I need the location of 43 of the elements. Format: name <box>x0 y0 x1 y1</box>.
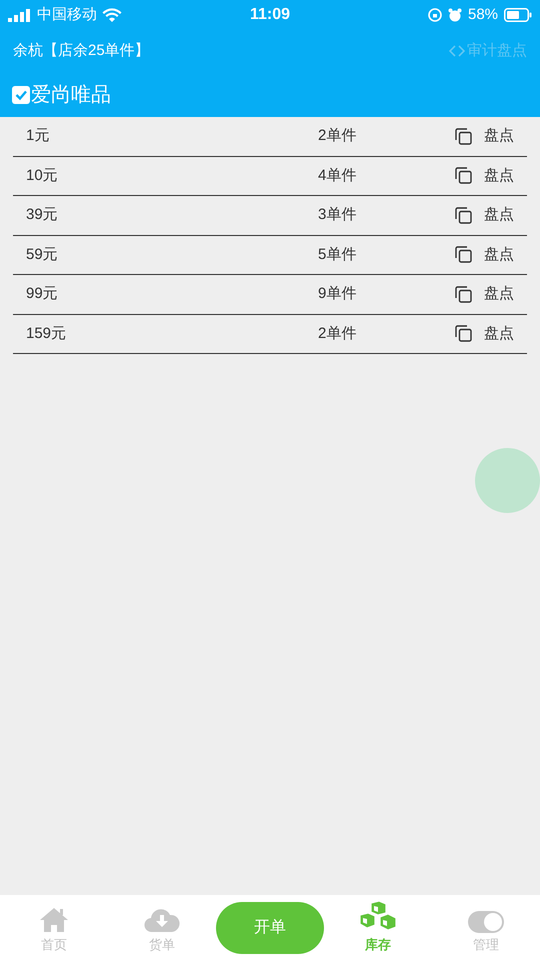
price-label: 1元 <box>26 126 50 146</box>
clock-time: 11:09 <box>250 5 290 25</box>
count-label: 2单件 <box>318 126 358 146</box>
tab-item[interactable]: 首页 <box>0 895 108 960</box>
copy-icon <box>455 286 472 303</box>
stocktake-button[interactable]: 盘点 <box>455 125 514 148</box>
stocktake-button[interactable]: 盘点 <box>455 204 514 226</box>
rotation-lock-icon <box>428 8 442 22</box>
price-label: 10元 <box>26 166 59 186</box>
count-label: 9单件 <box>318 284 358 304</box>
battery-percent: 58% <box>468 4 498 25</box>
stocktake-button[interactable]: 盘点 <box>455 164 514 187</box>
copy-icon <box>455 128 472 145</box>
tab-item[interactable]: 货单 <box>108 895 216 960</box>
price-label: 39元 <box>26 205 59 225</box>
price-label: 159元 <box>26 324 68 344</box>
create-order-button[interactable]: 开单 <box>216 902 324 954</box>
price-label: 59元 <box>26 244 59 264</box>
wifi-icon <box>102 8 122 22</box>
tab-item[interactable]: 库存 <box>324 895 432 960</box>
store-title: 余杭【店余25单件】 <box>13 40 150 61</box>
tab-item[interactable]: 管理 <box>432 895 540 960</box>
stocktake-button[interactable]: 盘点 <box>455 283 514 306</box>
stocktake-button[interactable]: 盘点 <box>455 322 514 345</box>
count-label: 5单件 <box>318 244 358 264</box>
count-label: 4单件 <box>318 166 358 186</box>
carrier-name: 中国移动 <box>37 4 97 25</box>
copy-icon <box>455 206 472 224</box>
count-label: 2单件 <box>318 324 358 344</box>
battery-icon <box>504 8 532 22</box>
copy-icon <box>455 325 472 342</box>
signal-icon <box>8 8 32 22</box>
cloud-download-icon <box>144 906 180 933</box>
copy-icon <box>455 246 472 264</box>
category-checkbox[interactable]: 爱尚唯品 <box>12 80 111 110</box>
price-label: 99元 <box>26 284 59 304</box>
home-icon <box>39 906 69 933</box>
alarm-icon <box>448 8 462 22</box>
copy-icon <box>455 167 472 184</box>
code-icon <box>449 45 465 57</box>
toggle-icon <box>468 910 504 933</box>
stocktake-button[interactable]: 盘点 <box>455 244 514 266</box>
count-label: 3单件 <box>318 205 358 225</box>
